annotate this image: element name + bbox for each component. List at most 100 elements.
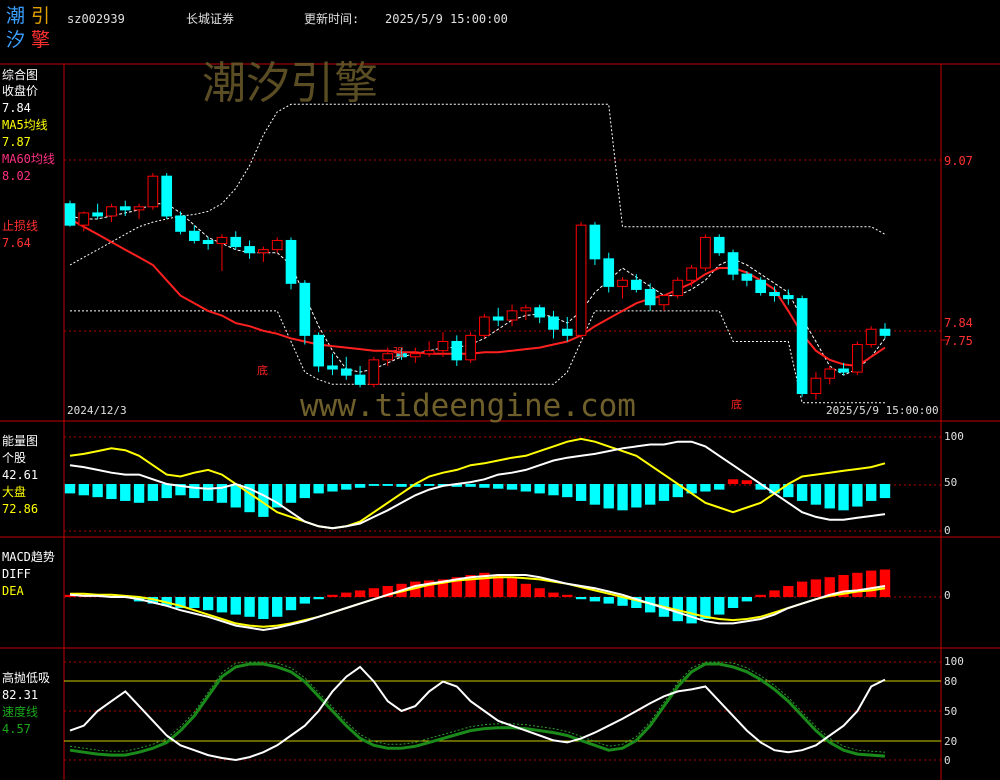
- macd-dea-label: DEA: [2, 584, 24, 598]
- energy-bar: [879, 484, 891, 499]
- macd-bar: [727, 597, 739, 608]
- candle-body: [230, 236, 242, 248]
- energy-bar: [534, 484, 545, 494]
- energy-bar: [741, 480, 753, 484]
- energy-bar: [341, 484, 352, 490]
- macd-bar: [741, 597, 753, 602]
- energy-bar: [396, 484, 407, 487]
- energy-chart-layer: [64, 437, 891, 530]
- candle-body: [244, 246, 255, 254]
- energy-bar: [382, 484, 393, 486]
- candle-body: [451, 340, 463, 361]
- legend-ma60-value: 8.02: [2, 169, 31, 183]
- macd-bar: [562, 594, 573, 597]
- energy-bar: [120, 484, 131, 501]
- energy-bar: [493, 484, 504, 489]
- candle-body: [672, 279, 684, 297]
- energy-bar: [520, 484, 532, 492]
- candle-body: [700, 236, 711, 269]
- energy-panel-title: 能量图: [2, 434, 39, 448]
- macd-bar: [769, 590, 780, 597]
- osc-y-100: 100: [944, 655, 964, 668]
- macd-bar: [244, 597, 255, 617]
- energy-bar: [64, 484, 76, 494]
- macd-bar: [866, 570, 877, 597]
- energy-bar: [506, 484, 518, 490]
- macd-bar: [189, 597, 200, 608]
- candle-body: [285, 239, 297, 284]
- candle-body: [437, 340, 449, 352]
- macd-bar: [506, 577, 518, 597]
- energy-bar: [106, 484, 117, 500]
- legend-ma60-label: MA60均线: [2, 152, 55, 166]
- legend-ma5-label: MA5均线: [2, 118, 48, 132]
- energy-bar: [202, 484, 214, 501]
- energy-bar: [133, 484, 145, 503]
- macd-bar: [285, 597, 297, 611]
- osc-speed-value: 4.57: [2, 722, 31, 736]
- macd-bar: [796, 581, 808, 597]
- energy-bar: [644, 484, 656, 505]
- osc-chart-layer: [69, 661, 886, 762]
- energy-bar: [479, 484, 490, 488]
- osc-speed-label: 速度线: [2, 705, 39, 719]
- stock-name: 长城证券: [186, 12, 235, 26]
- macd-chart-layer: [64, 569, 891, 632]
- energy-bar: [700, 484, 711, 492]
- candle-body: [520, 307, 532, 312]
- candle-body: [741, 273, 753, 281]
- osc-white-value: 82.31: [2, 688, 39, 702]
- stock-code: sz002939: [67, 12, 125, 26]
- candle-body: [479, 316, 490, 336]
- update-time: 2025/5/9 15:00:00: [385, 12, 508, 26]
- candle-body: [313, 334, 324, 367]
- candle-body: [161, 175, 173, 217]
- candle-body: [382, 353, 394, 361]
- energy-bar: [658, 484, 670, 501]
- candle-body: [465, 334, 476, 361]
- candle-body: [575, 224, 587, 336]
- macd-bar: [327, 594, 338, 597]
- candle-body: [299, 282, 311, 336]
- legend-stop-value: 7.64: [2, 236, 31, 250]
- date-end: 2025/5/9 15:00:00: [826, 404, 939, 417]
- candle-body: [617, 279, 628, 287]
- watermark-url: www.tideengine.com: [300, 388, 636, 424]
- macd-bar: [810, 579, 822, 597]
- candle-body: [727, 252, 739, 275]
- candle-body: [64, 203, 76, 226]
- macd-bar: [589, 597, 601, 602]
- main-y-label-low: 7.75: [944, 334, 973, 348]
- macd-bar: [548, 592, 559, 597]
- candle-body: [216, 236, 228, 245]
- energy-y-50: 50: [944, 476, 958, 489]
- energy-bar: [589, 484, 601, 505]
- energy-stock-label: 个股: [2, 451, 27, 465]
- macd-bar: [368, 588, 380, 597]
- osc-panel-title: 高抛低吸: [2, 671, 51, 685]
- candle-body: [631, 279, 642, 290]
- logo-char-2: 引: [31, 5, 51, 27]
- candle-body: [133, 206, 145, 211]
- energy-bar: [161, 484, 172, 499]
- candle-body: [258, 249, 269, 254]
- candle-body: [92, 212, 103, 217]
- candle-body: [548, 316, 559, 330]
- energy-bar: [603, 484, 614, 509]
- legend-close-label: 收盘价: [2, 84, 39, 98]
- main-y-label-high: 9.07: [944, 154, 973, 168]
- energy-index-value: 72.86: [2, 502, 39, 516]
- energy-index-label: 大盘: [2, 485, 27, 499]
- energy-bar: [327, 484, 338, 492]
- osc-y-50: 50: [944, 705, 958, 718]
- energy-bar: [92, 484, 103, 498]
- candle-body: [119, 206, 131, 211]
- energy-bar: [465, 484, 476, 487]
- candle-body: [368, 359, 380, 385]
- energy-bar: [810, 484, 822, 505]
- date-start: 2024/12/3: [67, 404, 127, 417]
- energy-bar: [285, 484, 297, 503]
- energy-y-100: 100: [944, 430, 964, 443]
- osc-y-80: 80: [944, 675, 958, 688]
- energy-bar: [354, 484, 366, 488]
